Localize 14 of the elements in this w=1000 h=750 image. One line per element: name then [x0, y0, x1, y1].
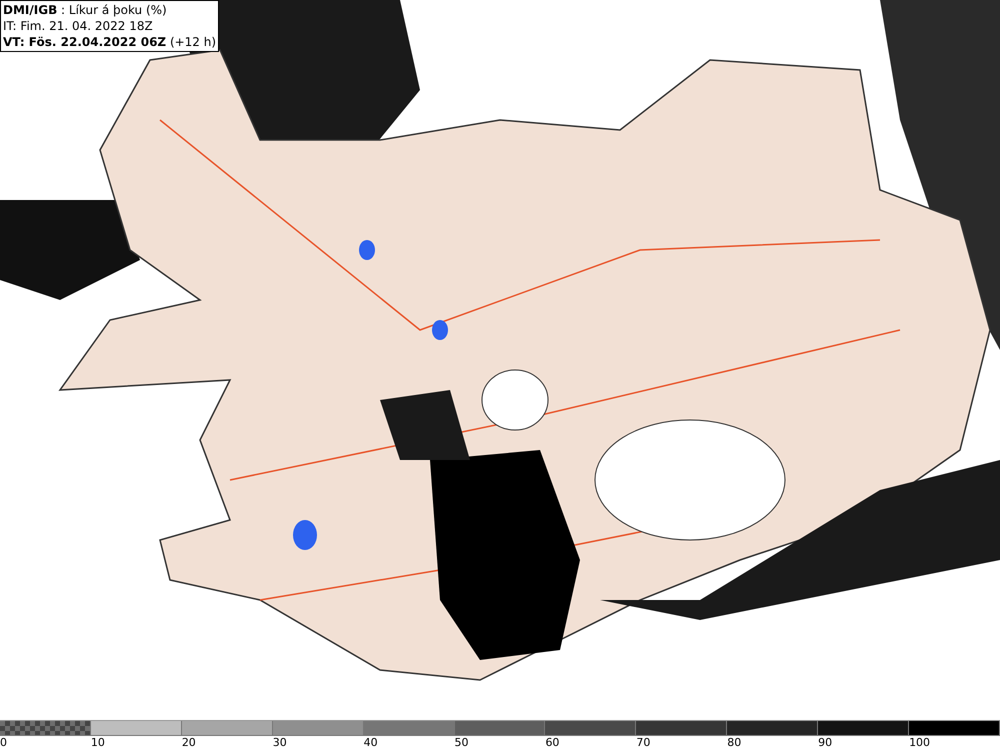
legend-label: 10 — [90, 736, 105, 749]
legend-label: 30 — [272, 736, 287, 749]
legend-label: 20 — [182, 736, 196, 749]
legend-label: 0 — [0, 736, 7, 749]
legend-label: 70 — [636, 736, 650, 749]
legend-label: 50 — [454, 736, 469, 749]
legend-label: 60 — [545, 736, 560, 749]
info-line: DMI/IGB : Líkur á þoku (%) — [3, 2, 168, 18]
info-line: VT: Fös. 22.04.2022 06Z (+12 h) — [3, 34, 216, 50]
legend-label: 90 — [818, 736, 832, 749]
legend-label: 40 — [364, 736, 378, 749]
legend-label: 80 — [727, 736, 742, 749]
info-line: IT: Fim. 21. 04. 2022 18Z — [3, 18, 154, 34]
legend-label: 100 — [909, 736, 930, 749]
